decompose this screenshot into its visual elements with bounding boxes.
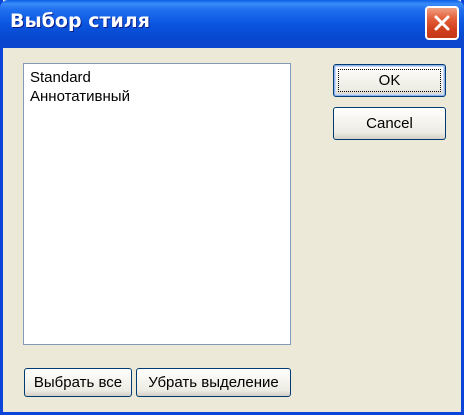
ok-button[interactable]: OK bbox=[333, 64, 446, 97]
styles-listbox[interactable]: Standard Аннотативный bbox=[23, 63, 291, 345]
list-item[interactable]: Аннотативный bbox=[30, 88, 130, 106]
list-item[interactable]: Standard bbox=[30, 69, 91, 87]
select-all-button[interactable]: Выбрать все bbox=[24, 368, 132, 397]
style-select-dialog: Выбор стиля Standard Аннотативный OK Can… bbox=[0, 0, 464, 415]
close-icon bbox=[432, 13, 452, 33]
deselect-button-label: Убрать выделение bbox=[148, 374, 279, 391]
focus-rectangle bbox=[338, 69, 441, 92]
select-all-button-label: Выбрать все bbox=[33, 374, 123, 391]
close-button[interactable] bbox=[425, 6, 459, 40]
title-bar[interactable]: Выбор стиля bbox=[0, 0, 464, 48]
cancel-button[interactable]: Cancel bbox=[333, 107, 446, 140]
cancel-button-label: Cancel bbox=[366, 115, 413, 132]
deselect-button[interactable]: Убрать выделение bbox=[136, 368, 291, 397]
dialog-title: Выбор стиля bbox=[10, 10, 150, 32]
